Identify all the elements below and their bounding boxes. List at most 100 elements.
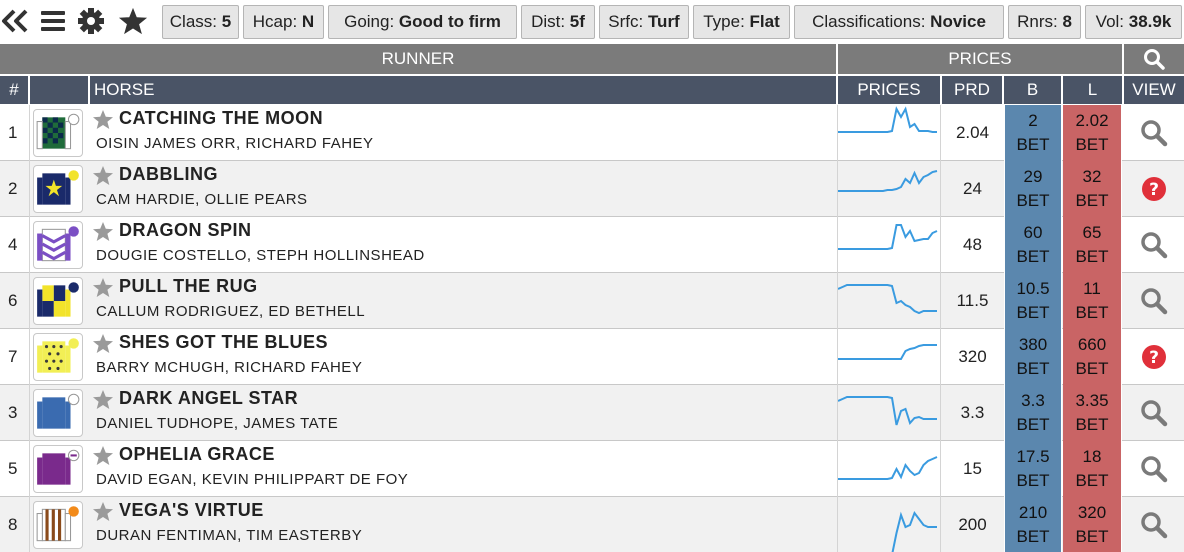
lay-bet-label: BET (1075, 359, 1109, 378)
lay-bet-label: BET (1075, 415, 1109, 434)
back-bet-button[interactable]: 380 BET (1004, 329, 1062, 385)
predicted-price: 2.04 (955, 123, 990, 142)
column-header-horse[interactable]: HORSE (90, 76, 838, 104)
runner-row[interactable]: 1 CATCHING THE MOON OISIN JAMES ORR, RIC… (0, 105, 1184, 161)
lay-bet-button[interactable]: 660 BET (1063, 329, 1122, 385)
price-sparkline[interactable] (837, 105, 941, 161)
double-chevron-left-icon[interactable] (0, 6, 30, 36)
price-sparkline[interactable] (837, 329, 941, 385)
runner-number: 4 (0, 217, 30, 273)
column-header-back[interactable]: B (1004, 76, 1063, 104)
lay-bet-button[interactable]: 18 BET (1063, 441, 1122, 497)
back-bet-button[interactable]: 210 BET (1004, 497, 1062, 552)
search-icon[interactable] (1124, 217, 1184, 273)
lay-price: 320 (1077, 503, 1107, 522)
type-chip: Type: Flat (693, 5, 790, 39)
lay-bet-button[interactable]: 3.35 BET (1063, 385, 1122, 441)
predicted-price: 24 (963, 179, 982, 198)
horse-name[interactable]: CATCHING THE MOON (119, 108, 323, 129)
predicted-price: 320 (958, 347, 987, 366)
lay-bet-label: BET (1075, 247, 1109, 266)
favourite-star-icon[interactable] (92, 165, 114, 187)
favourite-star-icon[interactable] (92, 389, 114, 411)
back-bet-button[interactable]: 60 BET (1004, 217, 1062, 273)
search-icon[interactable] (1124, 273, 1184, 329)
runner-row[interactable]: 8 VEGA'S VIRTUE DURAN FENTIMAN, TIM EAST… (0, 497, 1184, 552)
price-sparkline[interactable] (837, 217, 941, 273)
horse-name[interactable]: DABBLING (119, 164, 218, 185)
hamburger-menu-icon[interactable] (38, 6, 68, 36)
runner-section-header: RUNNER (0, 44, 838, 74)
back-bet-button[interactable]: 2 BET (1004, 105, 1062, 161)
horse-name[interactable]: OPHELIA GRACE (119, 444, 275, 465)
jockey-silk-icon (33, 109, 83, 157)
jockey-trainer: DURAN FENTIMAN, TIM EASTERBY (96, 527, 363, 544)
back-bet-label: BET (1016, 191, 1050, 210)
search-icon[interactable] (1124, 105, 1184, 161)
back-bet-button[interactable]: 3.3 BET (1004, 385, 1062, 441)
runner-row[interactable]: 6 PULL THE RUG CALLUM RODRIGUEZ, ED BETH… (0, 273, 1184, 329)
favourite-star-icon[interactable] (92, 445, 114, 467)
jockey-silk-icon (33, 501, 83, 549)
jockey-trainer: CALLUM RODRIGUEZ, ED BETHELL (96, 303, 366, 320)
back-bet-button[interactable]: 29 BET (1004, 161, 1062, 217)
back-price: 29 (1023, 167, 1043, 186)
favourite-star-icon[interactable] (92, 501, 114, 523)
price-sparkline[interactable] (837, 273, 941, 329)
gear-icon[interactable] (76, 6, 106, 36)
lay-price: 65 (1082, 223, 1102, 242)
help-icon[interactable]: ? (1124, 329, 1184, 385)
search-icon[interactable] (1124, 385, 1184, 441)
jockey-silk-icon (33, 165, 83, 213)
lay-bet-button[interactable]: 65 BET (1063, 217, 1122, 273)
column-header-lay[interactable]: L (1063, 76, 1124, 104)
back-bet-label: BET (1016, 303, 1050, 322)
jockey-trainer: DOUGIE COSTELLO, STEPH HOLLINSHEAD (96, 247, 425, 264)
runner-number: 1 (0, 105, 30, 161)
lay-bet-button[interactable]: 2.02 BET (1063, 105, 1122, 161)
price-sparkline[interactable] (837, 441, 941, 497)
lay-bet-button[interactable]: 320 BET (1063, 497, 1122, 552)
price-sparkline[interactable] (837, 161, 941, 217)
jockey-trainer: DANIEL TUDHOPE, JAMES TATE (96, 415, 339, 432)
help-icon[interactable]: ? (1124, 161, 1184, 217)
back-bet-button[interactable]: 10.5 BET (1004, 273, 1062, 329)
search-icon[interactable] (1124, 497, 1184, 552)
back-price: 210 (1018, 503, 1048, 522)
jockey-trainer: OISIN JAMES ORR, RICHARD FAHEY (96, 135, 374, 152)
horse-name[interactable]: DRAGON SPIN (119, 220, 252, 241)
price-sparkline[interactable] (837, 497, 941, 552)
favourite-star-icon[interactable] (92, 109, 114, 131)
horse-name[interactable]: PULL THE RUG (119, 276, 258, 297)
runner-row[interactable]: 5 OPHELIA GRACE DAVID EGAN, KEVIN PHILIP… (0, 441, 1184, 497)
favourite-star-icon[interactable] (92, 277, 114, 299)
predicted-price: 48 (963, 235, 982, 254)
column-header-prices[interactable]: PRICES (838, 76, 942, 104)
star-icon[interactable] (118, 6, 148, 36)
runner-row[interactable]: 7 SHES GOT THE BLUES BARRY MCHUGH, RICHA… (0, 329, 1184, 385)
horse-name[interactable]: DARK ANGEL STAR (119, 388, 298, 409)
lay-bet-button[interactable]: 32 BET (1063, 161, 1122, 217)
runner-row[interactable]: 4 DRAGON SPIN DOUGIE COSTELLO, STEPH HOL… (0, 217, 1184, 273)
back-bet-label: BET (1016, 247, 1050, 266)
search-icon[interactable] (1124, 44, 1184, 74)
search-icon[interactable] (1124, 441, 1184, 497)
back-bet-label: BET (1016, 527, 1050, 546)
back-bet-button[interactable]: 17.5 BET (1004, 441, 1062, 497)
runner-row[interactable]: 3 DARK ANGEL STAR DANIEL TUDHOPE, JAMES … (0, 385, 1184, 441)
favourite-star-icon[interactable] (92, 333, 114, 355)
horse-name[interactable]: SHES GOT THE BLUES (119, 332, 328, 353)
column-header-prd[interactable]: PRD (942, 76, 1004, 104)
favourite-star-icon[interactable] (92, 221, 114, 243)
jockey-silk-icon (33, 221, 83, 269)
predicted-price: 200 (958, 515, 987, 534)
horse-name[interactable]: VEGA'S VIRTUE (119, 500, 264, 521)
predicted-price: 3.3 (960, 403, 985, 422)
column-header-view[interactable]: VIEW (1124, 76, 1184, 104)
runner-row[interactable]: 2 DABBLING CAM HARDIE, OLLIE PEARS 24 29… (0, 161, 1184, 217)
jockey-trainer: BARRY MCHUGH, RICHARD FAHEY (96, 359, 363, 376)
lay-bet-button[interactable]: 11 BET (1063, 273, 1122, 329)
price-sparkline[interactable] (837, 385, 941, 441)
column-header-number[interactable]: # (0, 76, 30, 104)
svg-text:?: ? (1149, 180, 1159, 200)
